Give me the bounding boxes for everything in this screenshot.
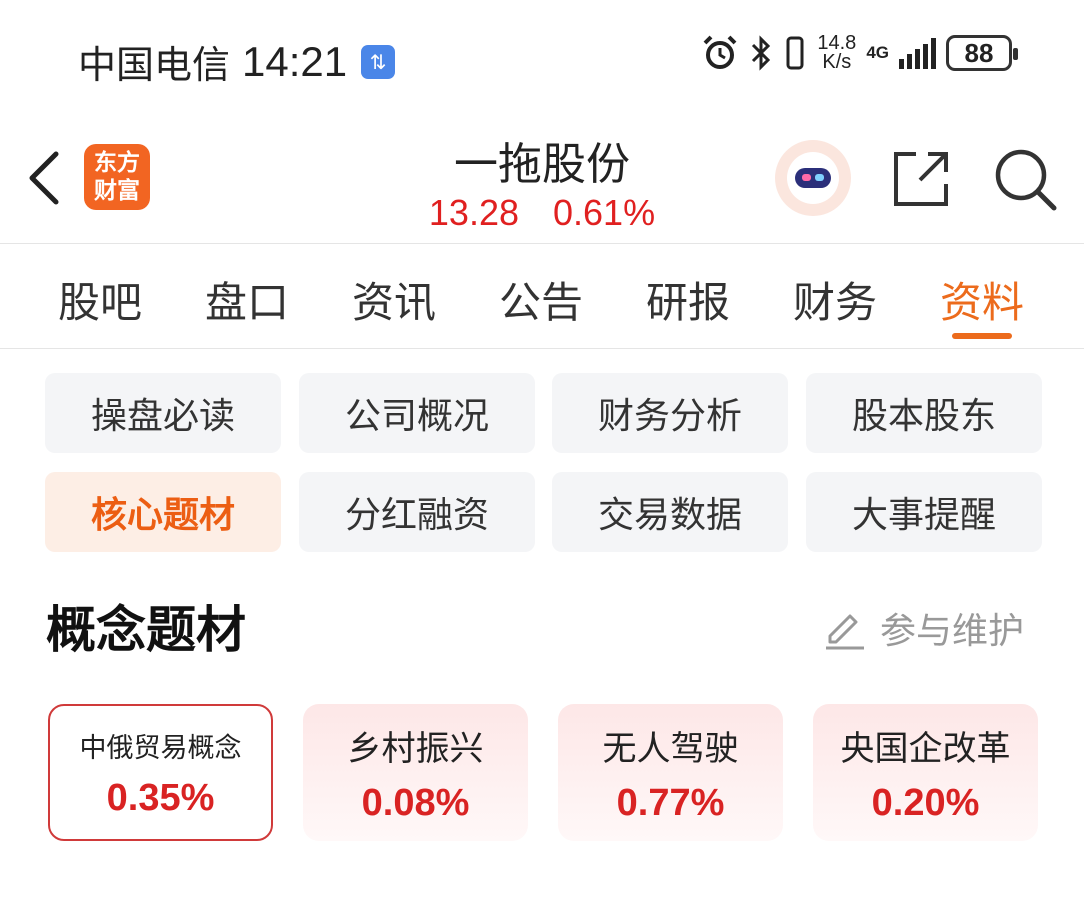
subnav-core-themes[interactable]: 核心题材 bbox=[45, 472, 281, 552]
subnav-event-reminders[interactable]: 大事提醒 bbox=[806, 472, 1042, 552]
subnav-company-overview[interactable]: 公司概况 bbox=[299, 373, 535, 453]
active-tab-indicator bbox=[952, 333, 1012, 339]
concept-card[interactable]: 无人驾驶 0.77% bbox=[558, 704, 783, 841]
status-bar: 中国电信 14:21 ⇅ 14.8 K/s 4G 88 bbox=[0, 0, 1084, 110]
net-speed-unit: K/s bbox=[822, 51, 852, 73]
edit-icon bbox=[826, 614, 864, 650]
concept-name: 乡村振兴 bbox=[347, 728, 484, 769]
maintain-button[interactable]: 参与维护 bbox=[822, 602, 1024, 654]
concept-card[interactable]: 中俄贸易概念 0.35% bbox=[48, 704, 273, 841]
alarm-icon bbox=[703, 35, 737, 69]
stock-change-pct: 0.61% bbox=[553, 192, 656, 233]
bluetooth-icon bbox=[752, 35, 771, 71]
concept-card[interactable]: 央国企改革 0.20% bbox=[813, 704, 1038, 841]
net-speed: 14.8 K/s bbox=[817, 33, 856, 73]
concept-card[interactable]: 乡村振兴 0.08% bbox=[303, 704, 528, 841]
subnav-shareholders[interactable]: 股本股东 bbox=[806, 373, 1042, 453]
stock-price: 13.28 bbox=[428, 192, 519, 233]
status-bar-right: 14.8 K/s 4G 88 bbox=[701, 33, 1018, 73]
subnav-dividends-financing[interactable]: 分红融资 bbox=[299, 472, 535, 552]
concept-name: 中俄贸易概念 bbox=[79, 732, 242, 764]
subnav-trading-data[interactable]: 交易数据 bbox=[552, 472, 788, 552]
concept-change-pct: 0.35% bbox=[106, 776, 215, 819]
signal-icon bbox=[899, 37, 936, 69]
stock-header: 东方 财富 一拖股份 13.28 0.61% bbox=[0, 110, 1084, 244]
subnav-financial-analysis[interactable]: 财务分析 bbox=[552, 373, 788, 453]
concept-name: 央国企改革 bbox=[840, 728, 1011, 769]
subnav-must-read[interactable]: 操盘必读 bbox=[45, 373, 281, 453]
concept-change-pct: 0.77% bbox=[616, 781, 725, 824]
tab-research[interactable]: 研报 bbox=[646, 269, 730, 330]
tab-profile[interactable]: 资料 bbox=[940, 269, 1024, 330]
network-type: 4G bbox=[866, 43, 889, 62]
tab-guba[interactable]: 股吧 bbox=[58, 269, 142, 330]
status-bar-left: 中国电信 14:21 ⇅ bbox=[78, 34, 396, 89]
robot-icon bbox=[787, 152, 839, 204]
search-button[interactable] bbox=[992, 146, 1058, 212]
maintain-label: 参与维护 bbox=[880, 611, 1025, 652]
tab-finance[interactable]: 财务 bbox=[793, 269, 877, 330]
battery-icon: 88 bbox=[946, 35, 1018, 71]
data-transfer-icon: ⇅ bbox=[361, 44, 396, 79]
section-title: 概念题材 bbox=[46, 601, 246, 659]
share-button[interactable] bbox=[890, 148, 952, 210]
vibrate-icon bbox=[786, 36, 804, 70]
tab-bar: 股吧 盘口 资讯 公告 研报 财务 资料 bbox=[0, 245, 1084, 349]
tab-news[interactable]: 资讯 bbox=[352, 269, 436, 330]
ai-assistant-button[interactable] bbox=[775, 140, 851, 216]
carrier-label: 中国电信 bbox=[78, 43, 231, 87]
tab-announcements[interactable]: 公告 bbox=[499, 269, 583, 330]
clock: 14:21 bbox=[242, 37, 348, 85]
battery-level: 88 bbox=[964, 37, 994, 68]
concept-change-pct: 0.08% bbox=[361, 781, 470, 824]
concept-name: 无人驾驶 bbox=[602, 728, 739, 769]
concept-change-pct: 0.20% bbox=[871, 781, 980, 824]
tab-pankou[interactable]: 盘口 bbox=[205, 269, 289, 330]
